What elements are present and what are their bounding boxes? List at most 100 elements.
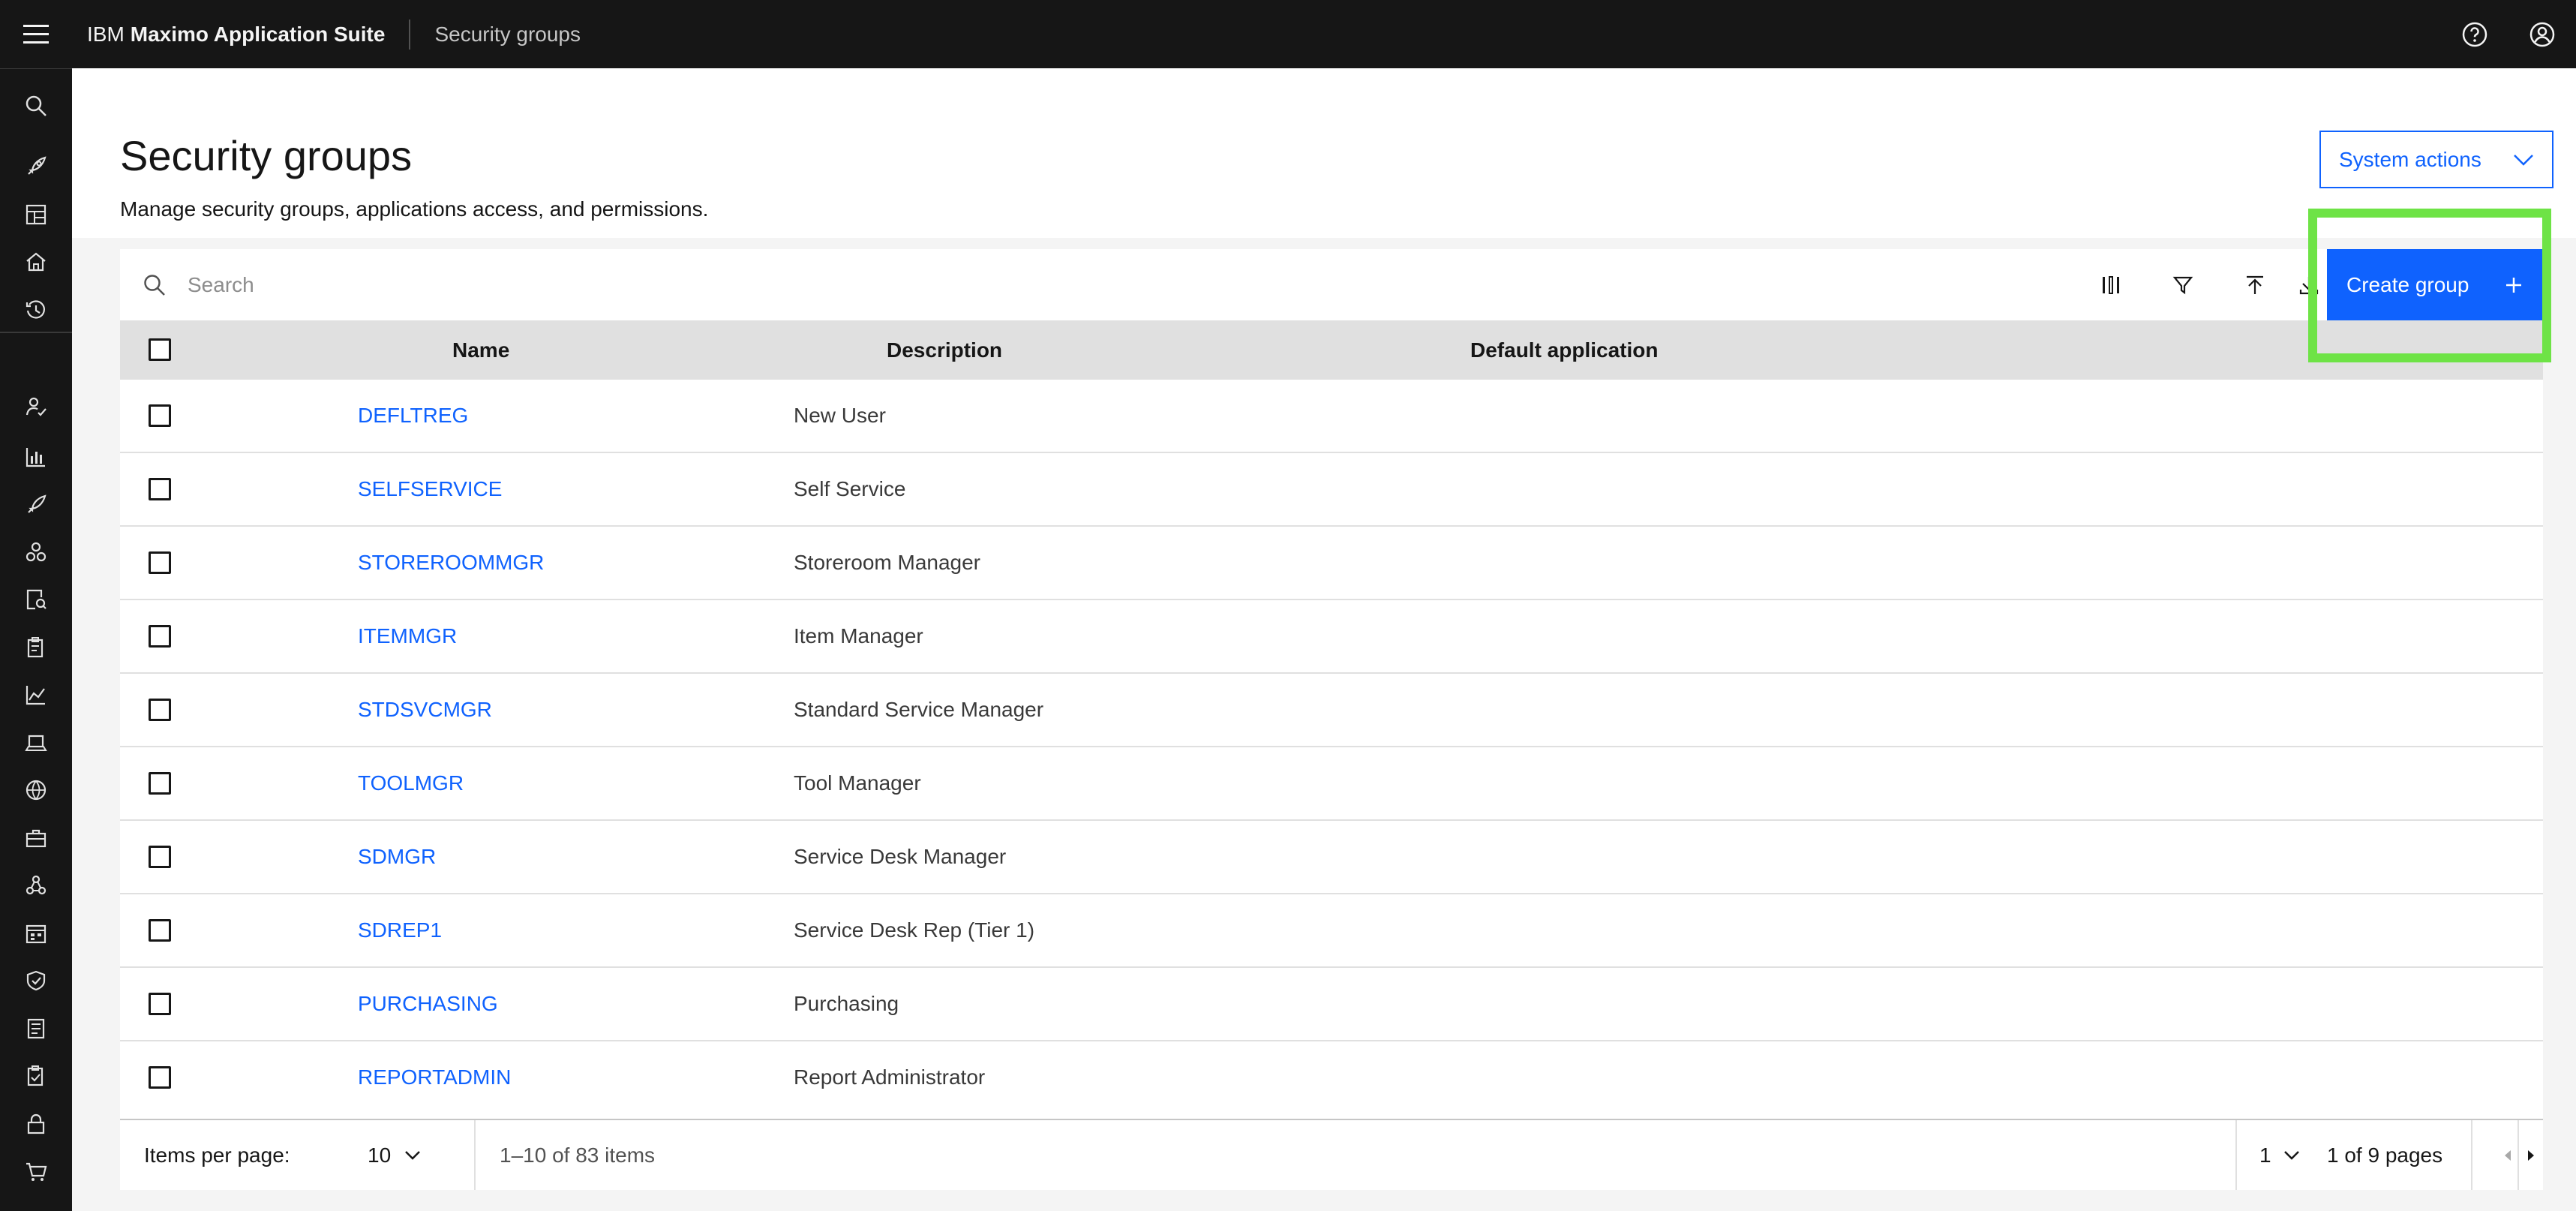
group-description: Tool Manager: [794, 771, 921, 795]
main-content: Security groups Manage security groups, …: [72, 68, 2576, 1211]
row-checkbox[interactable]: [149, 772, 171, 795]
bar-chart-icon: [25, 446, 47, 468]
table-row: SDMGR Service Desk Manager: [120, 821, 2543, 894]
nav-network[interactable]: [0, 768, 72, 813]
group-name-link[interactable]: SDREP1: [358, 894, 442, 966]
cart-icon: [25, 1161, 47, 1183]
upload-button[interactable]: [2219, 249, 2291, 320]
line-chart-icon: [25, 684, 47, 706]
table-row: DEFLTREG New User: [120, 380, 2543, 453]
table-row: SDREP1 Service Desk Rep (Tier 1): [120, 894, 2543, 968]
caret-left-icon: [2502, 1149, 2513, 1162]
column-header-name[interactable]: Name: [452, 320, 509, 380]
create-group-button[interactable]: Create group: [2327, 249, 2543, 320]
nav-divider: [0, 332, 72, 333]
nav-lock[interactable]: [0, 1101, 72, 1146]
download-icon: [2298, 275, 2319, 296]
table-row: STDSVCMGR Standard Service Manager: [120, 674, 2543, 747]
group-description: New User: [794, 404, 886, 427]
network-icon: [25, 779, 47, 801]
nav-recent[interactable]: [0, 287, 72, 332]
column-settings-button[interactable]: [2075, 249, 2147, 320]
app-brand[interactable]: IBM Maximo Application Suite: [87, 0, 385, 68]
nav-nodes[interactable]: [0, 530, 72, 575]
nav-cart[interactable]: [0, 1149, 72, 1194]
table-row: STOREROOMMGR Storeroom Manager: [120, 527, 2543, 600]
lock-icon: [25, 1113, 47, 1135]
row-checkbox[interactable]: [149, 919, 171, 942]
nav-checklist[interactable]: [0, 1053, 72, 1098]
row-checkbox[interactable]: [149, 846, 171, 868]
items-per-page-label: Items per page:: [144, 1143, 290, 1167]
filter-button[interactable]: [2147, 249, 2219, 320]
group-name-link[interactable]: SDMGR: [358, 821, 436, 893]
nav-dashboard[interactable]: [0, 192, 72, 237]
hierarchy-icon: [25, 874, 47, 897]
nav-line-chart[interactable]: [0, 672, 72, 717]
nodes-icon: [25, 541, 47, 563]
group-description: Item Manager: [794, 624, 923, 648]
chevron-down-icon: [2283, 1150, 2300, 1161]
nav-shield[interactable]: [0, 958, 72, 1003]
row-checkbox[interactable]: [149, 478, 171, 500]
group-name-link[interactable]: ITEMMGR: [358, 600, 457, 672]
download-button[interactable]: [2291, 249, 2327, 320]
group-name-link[interactable]: SELFSERVICE: [358, 453, 502, 525]
nav-bar-chart[interactable]: [0, 434, 72, 479]
nav-clipboard[interactable]: [0, 625, 72, 670]
group-name-link[interactable]: TOOLMGR: [358, 747, 464, 819]
system-actions-dropdown[interactable]: System actions: [2319, 131, 2553, 188]
row-checkbox[interactable]: [149, 1066, 171, 1089]
home-icon: [25, 251, 47, 273]
table-row: ITEMMGR Item Manager: [120, 600, 2543, 674]
help-button[interactable]: [2441, 0, 2508, 68]
nav-rocket[interactable]: [0, 144, 72, 189]
table-row: REPORTADMIN Report Administrator: [120, 1041, 2543, 1115]
recent-icon: [25, 299, 47, 321]
group-name-link[interactable]: STDSVCMGR: [358, 674, 492, 746]
clipboard-icon: [25, 636, 47, 659]
chevron-down-icon: [404, 1150, 421, 1161]
nav-search[interactable]: [0, 83, 72, 128]
nav-report[interactable]: [0, 1006, 72, 1051]
nav-laptop[interactable]: [0, 720, 72, 765]
row-checkbox[interactable]: [149, 404, 171, 427]
nav-hierarchy[interactable]: [0, 863, 72, 908]
dashboard-icon: [25, 203, 47, 226]
row-checkbox[interactable]: [149, 625, 171, 648]
nav-calendar[interactable]: [0, 911, 72, 956]
row-checkbox[interactable]: [149, 699, 171, 721]
header-divider: [409, 19, 411, 50]
next-page-button[interactable]: [2519, 1120, 2543, 1190]
nav-inspection[interactable]: [0, 577, 72, 622]
search-icon: [143, 273, 167, 297]
column-header-default-application[interactable]: Default application: [1470, 320, 1658, 380]
row-checkbox[interactable]: [149, 993, 171, 1015]
group-name-link[interactable]: STOREROOMMGR: [358, 527, 544, 599]
items-per-page-select[interactable]: 10: [368, 1120, 421, 1190]
group-name-link[interactable]: REPORTADMIN: [358, 1041, 511, 1113]
user-profile-button[interactable]: [2508, 0, 2576, 68]
app-header: IBM Maximo Application Suite Security gr…: [0, 0, 2576, 68]
page-select[interactable]: 1: [2259, 1120, 2300, 1190]
nav-briefcase[interactable]: [0, 816, 72, 861]
search-input[interactable]: [188, 264, 2063, 306]
nav-user-admin[interactable]: [0, 384, 72, 429]
table-row: SELFSERVICE Self Service: [120, 453, 2543, 527]
items-range: 1–10 of 83 items: [500, 1143, 656, 1167]
nav-asset[interactable]: [0, 482, 72, 527]
group-description: Standard Service Manager: [794, 698, 1044, 721]
column-header-description[interactable]: Description: [887, 320, 1002, 380]
table-header: Name Description Default application: [120, 320, 2543, 380]
group-description: Purchasing: [794, 992, 899, 1015]
table-row: TOOLMGR Tool Manager: [120, 747, 2543, 821]
briefcase-icon: [25, 827, 47, 849]
group-name-link[interactable]: PURCHASING: [358, 968, 498, 1040]
header-page-name: Security groups: [434, 22, 581, 46]
nav-home[interactable]: [0, 239, 72, 284]
row-checkbox[interactable]: [149, 551, 171, 574]
report-icon: [25, 1017, 47, 1040]
group-name-link[interactable]: DEFLTREG: [358, 380, 468, 452]
select-all-checkbox[interactable]: [149, 338, 171, 361]
menu-button[interactable]: [0, 0, 72, 68]
